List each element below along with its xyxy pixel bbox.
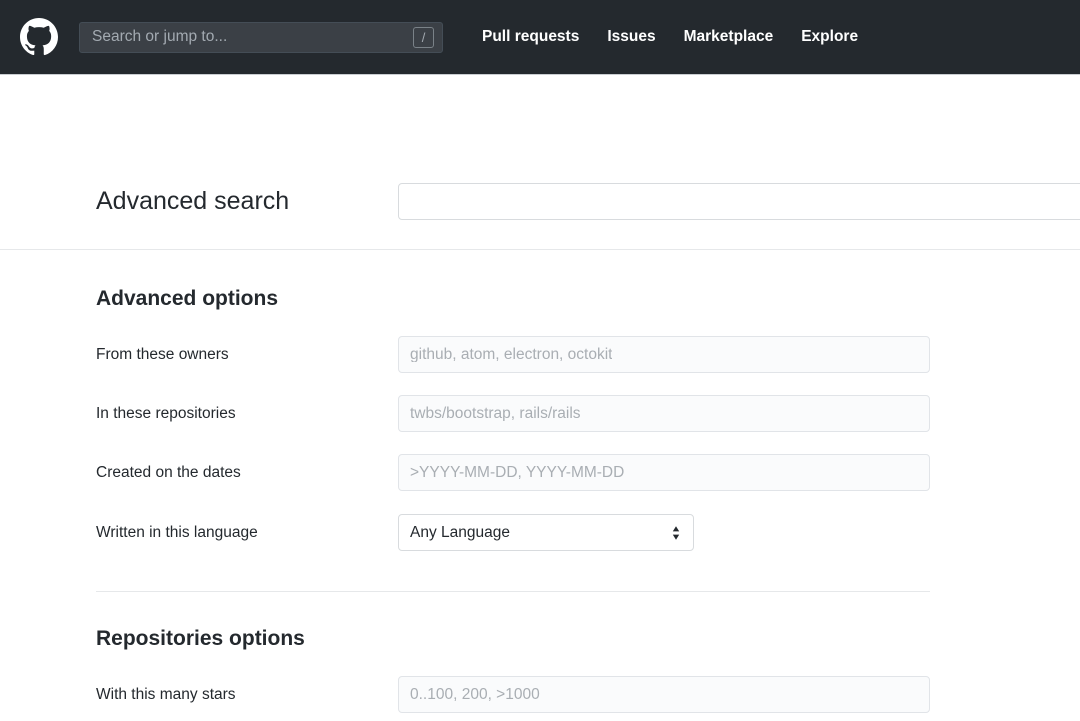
github-logo-icon[interactable] — [20, 18, 58, 56]
section-divider-top — [0, 249, 1080, 250]
label-written-in-this-language: Written in this language — [96, 524, 258, 541]
nav-item-marketplace[interactable]: Marketplace — [684, 29, 774, 45]
slash-shortcut-badge: / — [413, 26, 434, 48]
placeholder-created-on-the-dates: >YYYY-MM-DD, YYYY-MM-DD — [410, 464, 625, 481]
nav-item-pull-requests[interactable]: Pull requests — [482, 29, 579, 45]
primary-nav: Pull requests Issues Marketplace Explore — [482, 29, 858, 45]
chevron-up-down-icon — [670, 524, 682, 542]
section-divider-repositories — [96, 591, 930, 592]
advanced-options-heading: Advanced options — [96, 287, 279, 310]
nav-item-issues[interactable]: Issues — [607, 29, 655, 45]
input-from-these-owners[interactable]: github, atom, electron, octokit — [398, 336, 930, 373]
placeholder-with-this-many-stars: 0..100, 200, >1000 — [410, 686, 540, 703]
global-search-box[interactable]: Search or jump to... / — [79, 21, 443, 53]
site-header: Search or jump to... / Pull requests Iss… — [0, 0, 1080, 75]
placeholder-in-these-repositories: twbs/bootstrap, rails/rails — [410, 405, 581, 422]
input-with-this-many-stars[interactable]: 0..100, 200, >1000 — [398, 676, 930, 713]
label-created-on-the-dates: Created on the dates — [96, 464, 241, 481]
label-with-this-many-stars: With this many stars — [96, 686, 236, 703]
advanced-search-input[interactable] — [398, 183, 1080, 220]
label-in-these-repositories: In these repositories — [96, 405, 236, 422]
placeholder-from-these-owners: github, atom, electron, octokit — [410, 346, 613, 363]
input-in-these-repositories[interactable]: twbs/bootstrap, rails/rails — [398, 395, 930, 432]
page-title: Advanced search — [96, 187, 290, 215]
label-from-these-owners: From these owners — [96, 346, 229, 363]
repositories-options-heading: Repositories options — [96, 627, 305, 650]
select-written-in-this-language[interactable]: Any Language — [398, 514, 694, 551]
nav-item-explore[interactable]: Explore — [801, 29, 858, 45]
input-created-on-the-dates[interactable]: >YYYY-MM-DD, YYYY-MM-DD — [398, 454, 930, 491]
global-search-placeholder: Search or jump to... — [92, 29, 228, 45]
select-language-value: Any Language — [410, 523, 510, 541]
